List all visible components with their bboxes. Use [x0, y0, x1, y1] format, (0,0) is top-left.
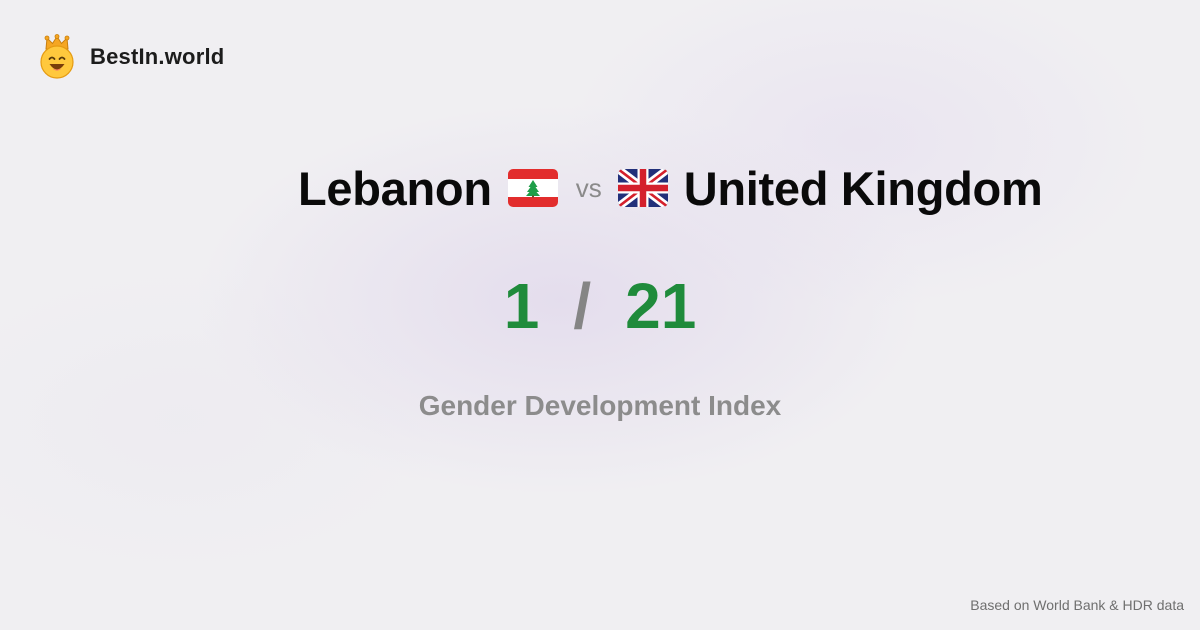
data-source-note: Based on World Bank & HDR data — [970, 597, 1184, 613]
left-country-name[interactable]: Lebanon — [298, 161, 492, 216]
vs-label: vs — [575, 172, 602, 203]
right-country-name[interactable]: United Kingdom — [684, 161, 1043, 216]
united-kingdom-flag-icon — [617, 169, 668, 207]
rank-separator: / — [573, 270, 592, 342]
brand-name: BestIn.world — [90, 44, 225, 69]
smiling-crown-face-icon — [40, 34, 74, 79]
comparison-title: Lebanon vs United Kingdom — [298, 158, 1043, 218]
brand-header[interactable]: BestIn.world — [38, 34, 224, 80]
rank-comparison: 1 / 21 — [0, 268, 1200, 344]
metric-name: Gender Development Index — [418, 390, 782, 421]
right-rank-value: 21 — [625, 270, 697, 342]
lebanon-flag-icon — [507, 169, 558, 207]
left-rank-value: 1 — [503, 270, 540, 342]
